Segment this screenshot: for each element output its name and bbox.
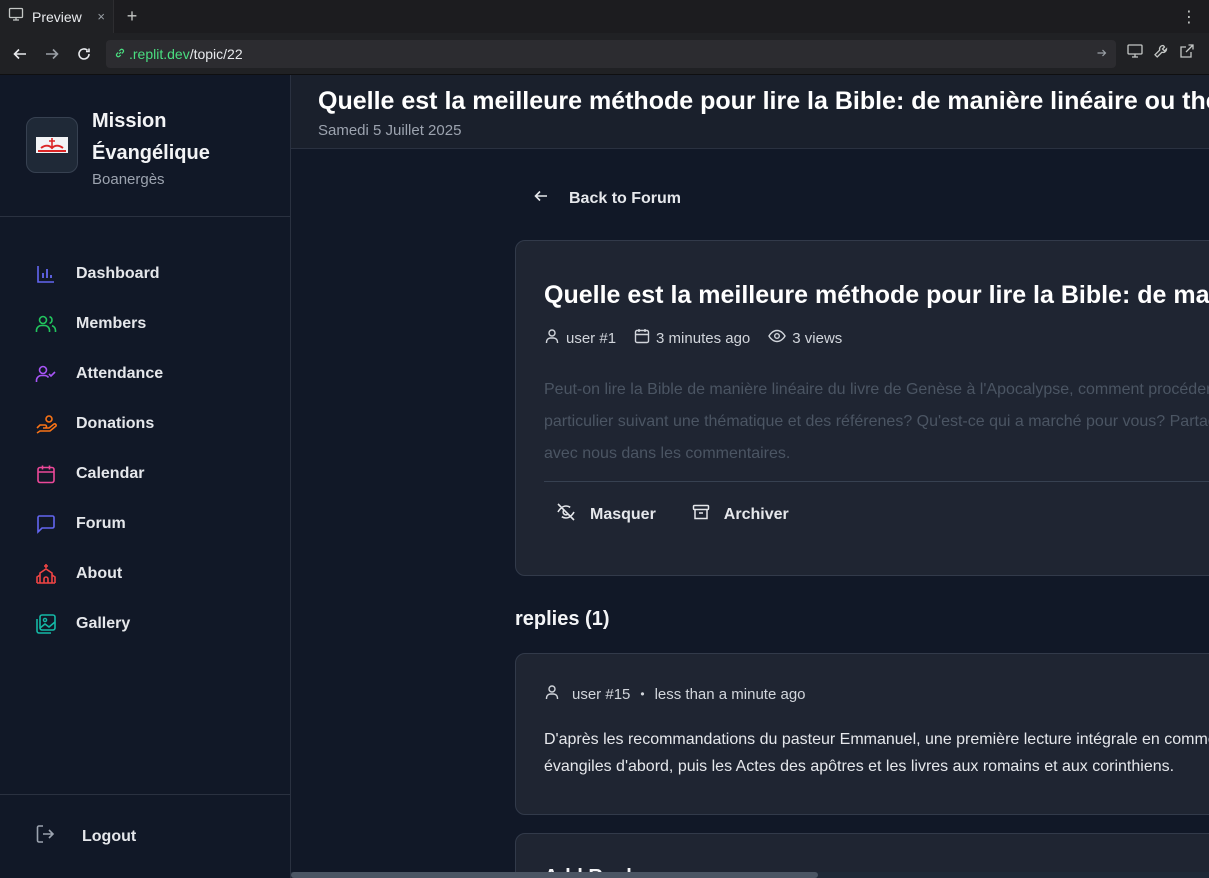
browser-toolbar: .replit.dev/topic/22 <box>0 33 1209 75</box>
open-external-icon[interactable] <box>1178 42 1196 65</box>
users-icon <box>35 313 57 335</box>
sidebar-item-label: Donations <box>76 415 155 432</box>
body-line: Peut-on lire la Bible de manière linéair… <box>544 381 1209 398</box>
time-text: 3 minutes ago <box>656 329 751 347</box>
sidebar-item-label: About <box>76 565 123 582</box>
reply-time: less than a minute ago <box>654 685 806 703</box>
topic-body: Peut-on lire la Bible de manière linéair… <box>544 374 1209 470</box>
archive-button[interactable]: Archiver <box>692 502 789 527</box>
sidebar-item-label: Gallery <box>76 615 131 632</box>
url-bar[interactable]: .replit.dev/topic/22 <box>106 39 1116 68</box>
topic-meta: user #1 3 minutes ago 3 views <box>544 328 1209 348</box>
page-title: Quelle est la meilleure méthode pour lir… <box>318 87 1209 115</box>
wrench-icon[interactable] <box>1152 42 1170 65</box>
church-icon <box>35 563 57 585</box>
horizontal-scrollbar[interactable] <box>291 872 1209 878</box>
browser-tab-bar: Preview × + ⋮ <box>0 0 1209 33</box>
devices-icon[interactable] <box>1126 42 1144 65</box>
meta-separator: • <box>640 687 645 701</box>
views-text: 3 views <box>792 329 843 347</box>
hide-button[interactable]: Masquer <box>556 502 656 527</box>
sidebar-item-members[interactable]: Members <box>0 299 290 349</box>
page-date: Samedi 5 Juillet 2025 <box>318 122 462 139</box>
brand-name: Mission Évangélique <box>92 110 210 164</box>
calendar-icon <box>35 463 57 485</box>
logo <box>26 117 78 173</box>
sidebar-item-dashboard[interactable]: Dashboard <box>0 249 290 299</box>
brand-subtitle: Boanergès <box>92 171 165 188</box>
sidebar: Mission Évangélique Boanergès Dashboard … <box>0 75 291 878</box>
hand-coins-icon <box>35 413 57 435</box>
topic-views: 3 views <box>768 328 842 348</box>
back-label: Back to Forum <box>569 189 682 207</box>
topic-time: 3 minutes ago <box>634 328 750 348</box>
sidebar-item-gallery[interactable]: Gallery <box>0 599 290 649</box>
calendar-icon <box>634 328 650 348</box>
logout-button[interactable]: Logout <box>0 794 290 878</box>
page-header: Quelle est la meilleure méthode pour lir… <box>291 75 1209 149</box>
hide-label: Masquer <box>590 505 656 523</box>
divider <box>544 481 1209 482</box>
images-icon <box>35 613 57 635</box>
brand: Mission Évangélique Boanergès <box>0 75 290 217</box>
reply-card: user #15 • less than a minute ago D'aprè… <box>515 653 1209 815</box>
user-icon <box>544 684 560 704</box>
sidebar-item-attendance[interactable]: Attendance <box>0 349 290 399</box>
topic-title: Quelle est la meilleure méthode pour lir… <box>544 281 1209 309</box>
go-arrow-icon[interactable] <box>1096 46 1108 62</box>
back-arrow-icon[interactable] <box>6 40 34 68</box>
body-line: avec nous dans les commentaires. <box>544 445 791 462</box>
eye-off-icon <box>556 502 576 527</box>
url-path: /topic/22 <box>189 45 243 62</box>
topic-card: Quelle est la meilleure méthode pour lir… <box>515 240 1209 576</box>
logout-label: Logout <box>82 827 137 845</box>
sidebar-item-forum[interactable]: Forum <box>0 499 290 549</box>
sidebar-item-label: Attendance <box>76 365 164 382</box>
topic-author: user #1 <box>544 328 616 348</box>
scrollbar-thumb[interactable] <box>291 872 818 878</box>
sidebar-item-label: Dashboard <box>76 265 160 282</box>
reply-author: user #15 <box>572 685 631 703</box>
author-name: user #1 <box>566 329 617 347</box>
message-square-icon <box>35 513 57 535</box>
sidebar-item-label: Calendar <box>76 465 145 482</box>
replies-heading: replies (1) <box>515 608 610 630</box>
reply-line: évangiles d'abord, puis les Actes des ap… <box>544 758 1175 775</box>
logout-icon <box>35 824 55 849</box>
new-tab-button[interactable]: + <box>114 6 150 27</box>
sidebar-item-label: Members <box>76 315 147 332</box>
reply-meta: user #15 • less than a minute ago <box>544 684 1209 704</box>
tab-title: Preview <box>32 8 82 25</box>
topic-actions: Masquer Archiver <box>544 502 1209 527</box>
sidebar-item-about[interactable]: About <box>0 549 290 599</box>
close-tab-icon[interactable]: × <box>97 9 105 24</box>
user-check-icon <box>35 363 57 385</box>
archive-label: Archiver <box>723 505 789 523</box>
reload-icon[interactable] <box>70 40 98 68</box>
body-line: particulier suivant une thématique et de… <box>544 413 1209 430</box>
arrow-left-icon <box>533 188 549 209</box>
reply-text: D'après les recommandations du pasteur E… <box>544 726 1209 780</box>
user-icon <box>544 328 560 348</box>
reply-line: D'après les recommandations du pasteur E… <box>544 731 1209 748</box>
eye-icon <box>768 328 787 348</box>
link-icon <box>114 46 126 62</box>
sidebar-nav: Dashboard Members Attendance Donations C… <box>0 217 290 649</box>
sidebar-item-label: Forum <box>76 515 126 532</box>
forward-arrow-icon[interactable] <box>38 40 66 68</box>
monitor-icon <box>8 6 24 27</box>
archive-icon <box>692 503 710 526</box>
sidebar-item-donations[interactable]: Donations <box>0 399 290 449</box>
bar-chart-icon <box>35 263 57 285</box>
browser-menu-icon[interactable]: ⋮ <box>1169 7 1209 27</box>
url-host: .replit.dev <box>129 45 190 62</box>
browser-tab[interactable]: Preview × <box>0 0 114 33</box>
main-content: Quelle est la meilleure méthode pour lir… <box>291 75 1209 878</box>
back-to-forum-button[interactable]: Back to Forum <box>533 188 681 209</box>
sidebar-item-calendar[interactable]: Calendar <box>0 449 290 499</box>
